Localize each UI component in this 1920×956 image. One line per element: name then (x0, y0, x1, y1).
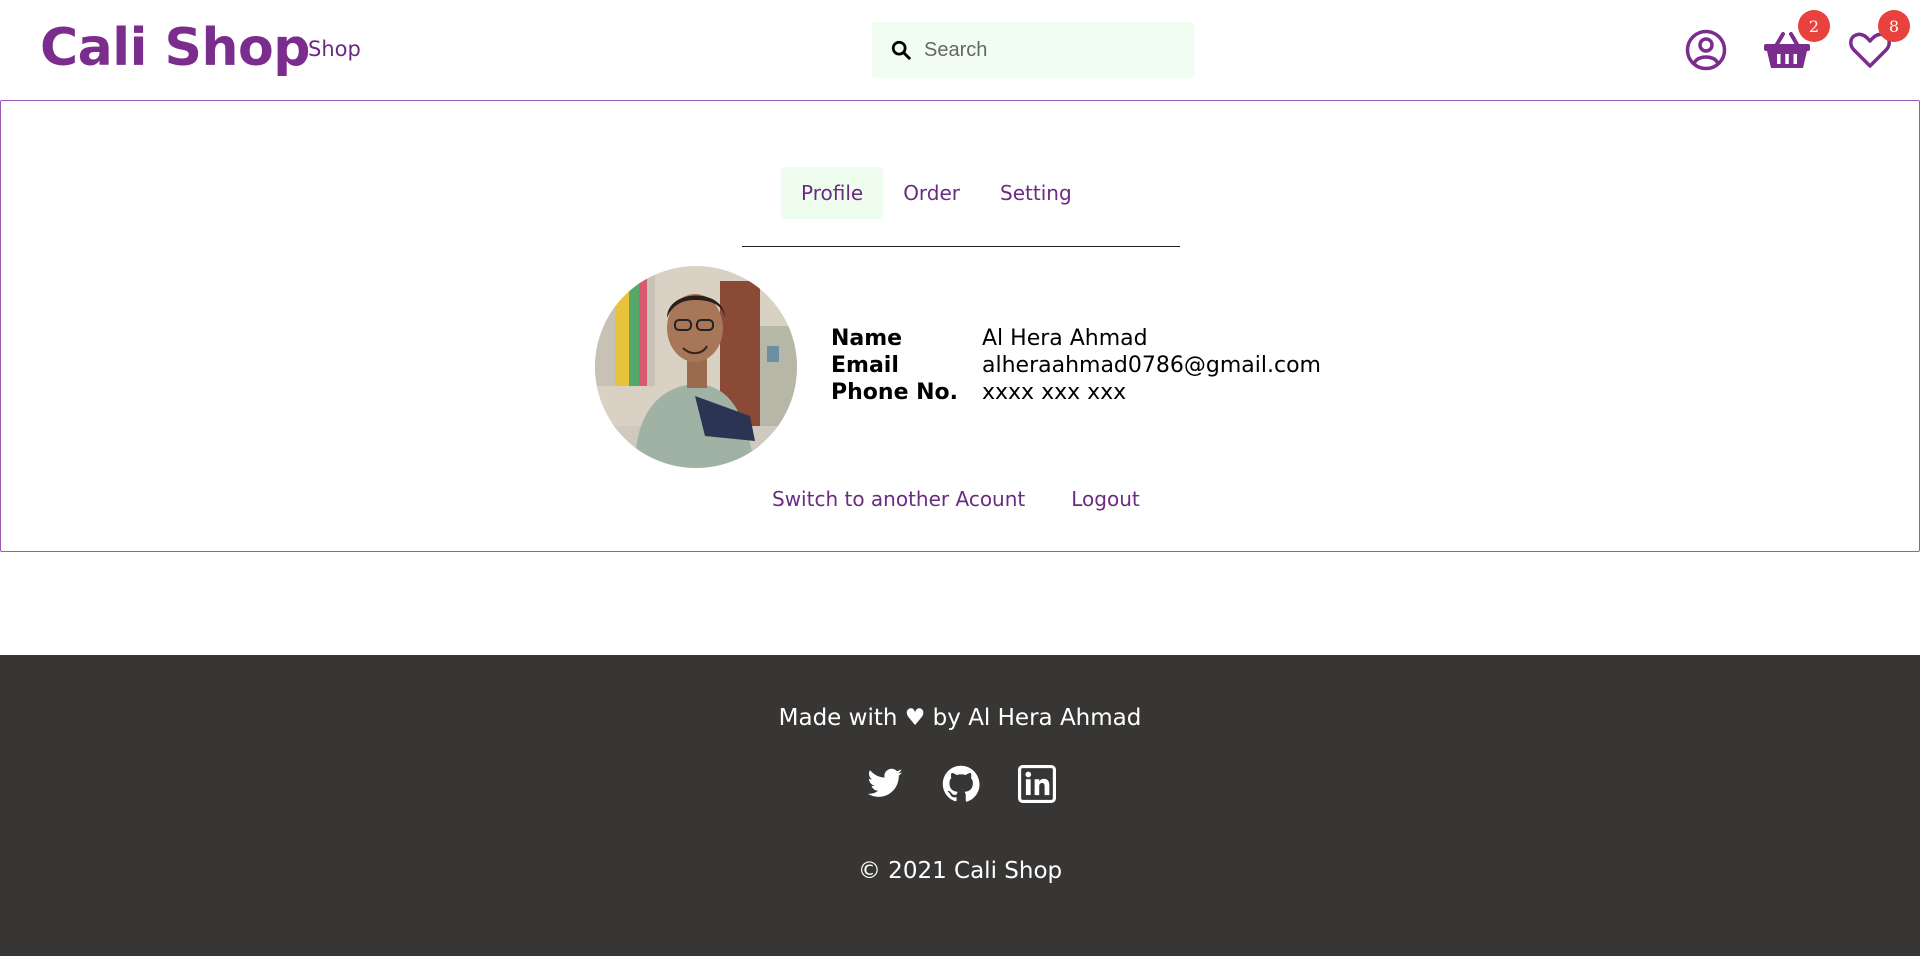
info-row-name: Name Al Hera Ahmad (831, 325, 1321, 352)
footer: Made with ♥ by Al Hera Ahmad © 2021 Cali… (0, 655, 1920, 956)
info-row-email: Email alheraahmad0786@gmail.com (831, 352, 1321, 379)
twitter-icon[interactable] (866, 765, 904, 803)
logout-link[interactable]: Logout (1071, 487, 1139, 511)
user-circle-icon[interactable] (1684, 28, 1728, 72)
name-label: Name (831, 326, 903, 351)
wishlist-count-badge: 8 (1878, 10, 1910, 42)
tabs-divider (742, 246, 1180, 247)
tab-setting[interactable]: Setting (980, 167, 1092, 219)
github-icon[interactable] (942, 765, 980, 803)
social-links (866, 765, 1056, 803)
profile-card: Profile Order Setting Name Al Hera Ahmad… (0, 100, 1920, 552)
profile-info: Name Al Hera Ahmad Email alheraahmad0786… (831, 325, 1321, 406)
info-row-phone: Phone No. xxxx xxx xxx (831, 379, 1321, 406)
cart-count-badge: 2 (1798, 10, 1830, 42)
email-value: alheraahmad0786@gmail.com (982, 353, 1321, 378)
nav-link-shop[interactable]: Shop (308, 37, 361, 61)
name-value: Al Hera Ahmad (982, 326, 1148, 351)
tab-profile[interactable]: Profile (781, 167, 884, 219)
search-input[interactable] (924, 38, 1184, 62)
search-icon (891, 40, 911, 60)
profile-tabs: Profile Order Setting (781, 167, 1092, 219)
account-actions: Switch to another Acount Logout (772, 487, 1140, 511)
avatar (595, 266, 797, 468)
tab-order[interactable]: Order (883, 167, 980, 219)
top-navbar: Cali Shop Shop 2 8 (0, 0, 1920, 100)
switch-account-link[interactable]: Switch to another Acount (772, 487, 1025, 511)
linkedin-icon[interactable] (1018, 765, 1056, 803)
footer-credit: Made with ♥ by Al Hera Ahmad (778, 705, 1142, 731)
brand-logo[interactable]: Cali Shop (40, 18, 310, 78)
copyright-text: © 2021 Cali Shop (857, 858, 1063, 884)
phone-label: Phone No. (831, 380, 959, 405)
phone-value: xxxx xxx xxx (982, 380, 1127, 405)
email-label: Email (831, 353, 899, 378)
search-box (872, 22, 1194, 78)
